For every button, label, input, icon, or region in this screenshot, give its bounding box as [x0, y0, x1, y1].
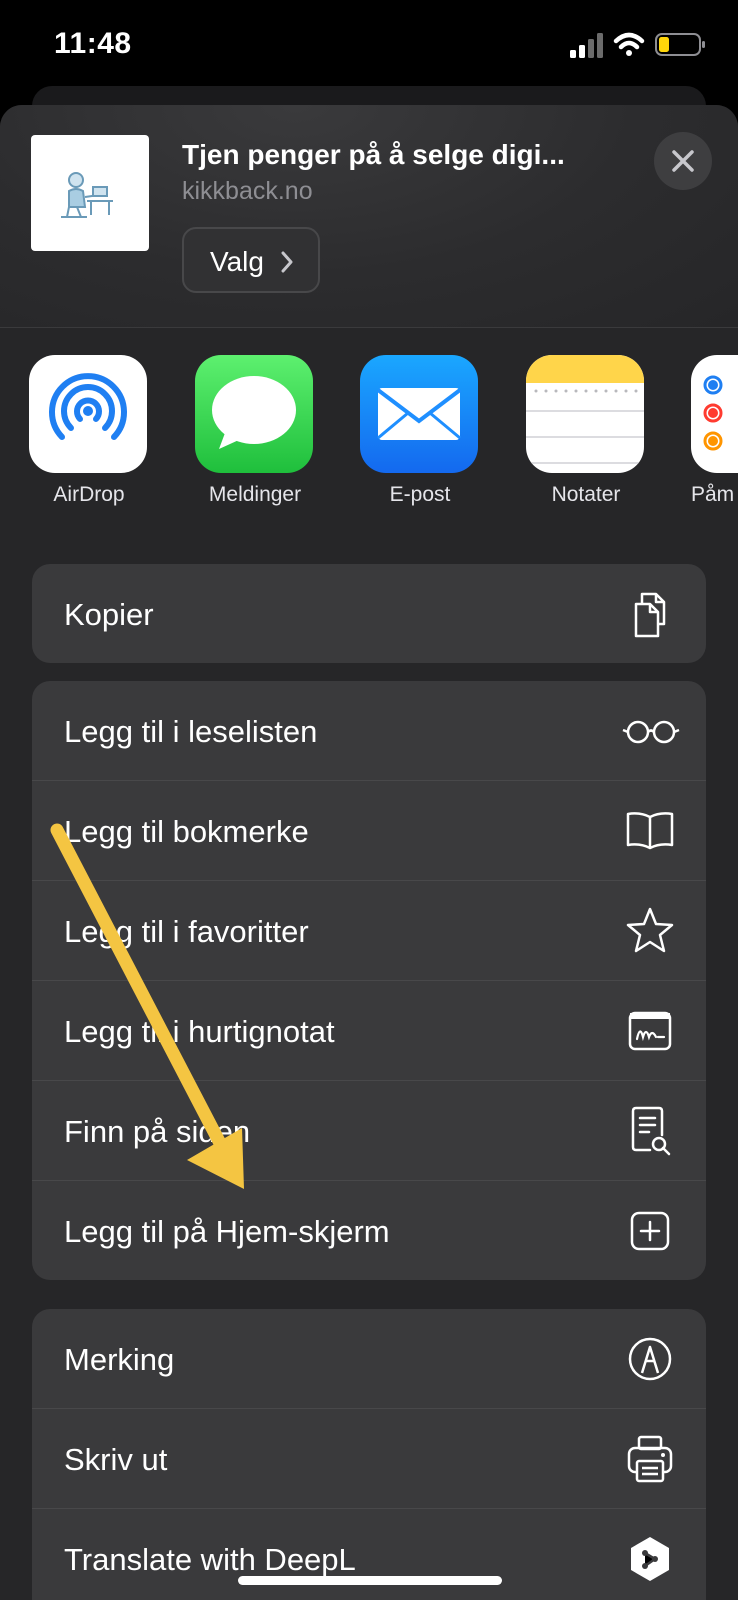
- share-header: Tjen penger på å selge digi... kikkback.…: [0, 105, 738, 328]
- add-square-icon: [630, 1211, 670, 1251]
- reminders-icon: [691, 355, 738, 473]
- status-bar: 11:48: [0, 0, 738, 90]
- mail-icon: [360, 355, 478, 473]
- action-label: Legg til i leselisten: [64, 714, 318, 749]
- action-group-copy: Kopier: [32, 564, 706, 663]
- action-label: Legg til bokmerke: [64, 814, 309, 849]
- action-quick-note[interactable]: Legg til i hurtignotat: [32, 981, 706, 1081]
- app-label: Meldinger: [208, 483, 302, 506]
- action-translate-deepl[interactable]: Translate with DeepL: [32, 1509, 706, 1600]
- action-print[interactable]: Skriv ut: [32, 1409, 706, 1509]
- action-group-tools: Merking Skriv ut Translate with DeepL: [32, 1309, 706, 1600]
- notes-icon: [526, 355, 644, 473]
- options-button[interactable]: Valg: [182, 227, 320, 293]
- page-domain: kikkback.no: [182, 177, 313, 205]
- close-button[interactable]: [654, 132, 712, 190]
- options-label: Valg: [210, 246, 264, 277]
- action-label: Skriv ut: [64, 1442, 168, 1477]
- quick-note-icon: [628, 1011, 672, 1051]
- action-label: Legg til i hurtignotat: [64, 1014, 335, 1049]
- app-reminders[interactable]: Påm: [677, 355, 738, 515]
- copy-icon: [634, 592, 666, 638]
- action-group-page: Legg til i leselisten Legg til bokmerke: [32, 681, 706, 1280]
- home-indicator[interactable]: [238, 1576, 502, 1585]
- action-label: Kopier: [64, 597, 154, 632]
- status-time: 11:48: [54, 27, 132, 60]
- close-icon: [672, 150, 694, 172]
- share-sheet: Tjen penger på å selge digi... kikkback.…: [0, 105, 738, 1600]
- action-find-on-page[interactable]: Finn på siden: [32, 1081, 706, 1181]
- action-reading-list[interactable]: Legg til i leselisten: [32, 681, 706, 781]
- wifi-icon: [613, 32, 645, 56]
- status-icons: [570, 30, 710, 60]
- action-markup[interactable]: Merking: [32, 1309, 706, 1409]
- action-label: Legg til på Hjem-skjerm: [64, 1214, 390, 1249]
- action-copy[interactable]: Kopier: [32, 564, 706, 663]
- deepl-icon: [631, 1537, 669, 1581]
- glasses-icon: [622, 720, 680, 744]
- app-label: AirDrop: [53, 483, 125, 506]
- app-row: AirDrop Meldinger E-post Notater Påm: [0, 355, 738, 515]
- printer-icon: [627, 1435, 673, 1483]
- battery-icon: [655, 33, 705, 56]
- action-label: Translate with DeepL: [64, 1542, 356, 1577]
- markup-icon: [628, 1337, 672, 1381]
- app-label: Notater: [551, 483, 621, 506]
- action-favorites[interactable]: Legg til i favoritter: [32, 881, 706, 981]
- app-label: E-post: [389, 483, 451, 506]
- action-label: Finn på siden: [64, 1114, 251, 1149]
- action-label: Merking: [64, 1342, 175, 1377]
- app-label: Påm: [691, 483, 735, 506]
- page-title: Tjen penger på å selge digi...: [182, 139, 565, 170]
- person-at-desk-illustration: [61, 172, 113, 218]
- airdrop-icon: [29, 355, 147, 473]
- messages-icon: [195, 355, 313, 473]
- action-bookmark[interactable]: Legg til bokmerke: [32, 781, 706, 881]
- chevron-right-icon: [281, 251, 293, 273]
- star-icon: [626, 907, 674, 953]
- book-icon: [626, 812, 674, 850]
- page-thumbnail: [31, 135, 149, 251]
- action-add-to-home-screen[interactable]: Legg til på Hjem-skjerm: [32, 1181, 706, 1280]
- action-label: Legg til i favoritter: [64, 914, 309, 949]
- cellular-signal-icon: [570, 33, 603, 58]
- find-on-page-icon: [631, 1106, 671, 1156]
